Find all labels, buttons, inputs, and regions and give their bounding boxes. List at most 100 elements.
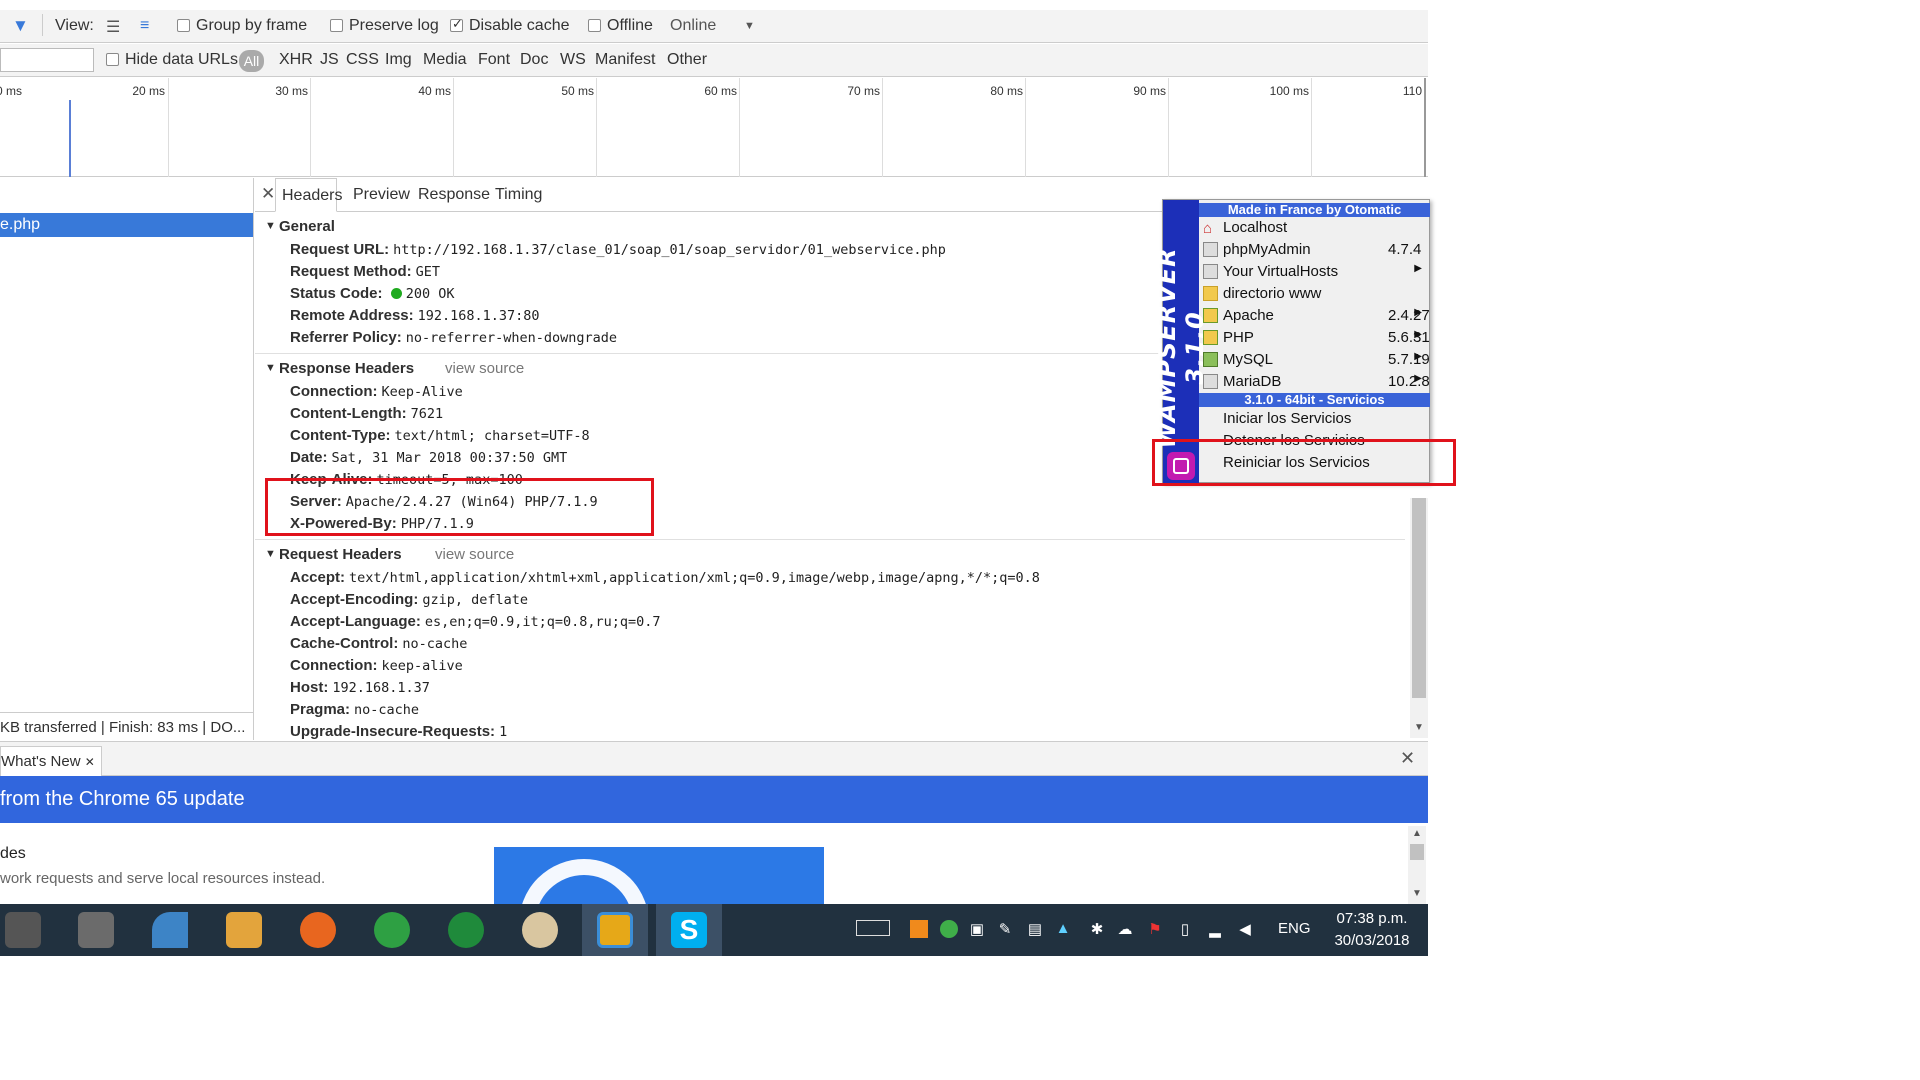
- flag-icon[interactable]: ⚑: [1146, 920, 1164, 938]
- wireshark-icon[interactable]: [152, 912, 188, 948]
- header-value: no-cache: [354, 702, 420, 718]
- tab-preview[interactable]: Preview: [353, 186, 410, 204]
- close-icon[interactable]: ✕: [261, 184, 275, 204]
- tray-app-icon[interactable]: [910, 920, 928, 938]
- scrollbar[interactable]: ▼: [1410, 498, 1428, 738]
- signal-icon[interactable]: ▂: [1206, 920, 1224, 938]
- general-section-title[interactable]: General: [279, 218, 335, 235]
- filter-type-js[interactable]: JS: [320, 51, 339, 69]
- filter-type-font[interactable]: Font: [478, 51, 510, 69]
- file-explorer-icon[interactable]: [226, 912, 262, 948]
- skype-icon[interactable]: S: [671, 912, 707, 948]
- filter-type-ws[interactable]: WS: [560, 51, 586, 69]
- timeline-overview[interactable]: 10 ms 20 ms 30 ms 40 ms 50 ms 60 ms 70 m…: [0, 78, 1428, 177]
- response-headers-title[interactable]: Response Headers: [279, 360, 414, 377]
- tab-whats-new[interactable]: What's New ✕: [0, 746, 102, 776]
- scrollbar-thumb[interactable]: [1410, 844, 1424, 860]
- tab-timing[interactable]: Timing: [495, 186, 542, 204]
- keyboard-icon[interactable]: [856, 920, 890, 936]
- request-row-selected[interactable]: e.php: [0, 213, 253, 237]
- battery-icon[interactable]: ▯: [1176, 920, 1194, 938]
- drawer-scrollbar[interactable]: ▲ ▼: [1408, 826, 1426, 905]
- browser-2-icon[interactable]: [448, 912, 484, 948]
- tick-label: 20 ms: [132, 84, 165, 98]
- filter-type-xhr[interactable]: XHR: [279, 51, 313, 69]
- taskbar-active-slot[interactable]: S: [656, 904, 722, 956]
- browser-icon[interactable]: [374, 912, 410, 948]
- menu-item-mysql[interactable]: MySQL 5.7.19 ▶: [1199, 349, 1430, 371]
- tab-response[interactable]: Response: [418, 186, 490, 204]
- filter-type-other[interactable]: Other: [667, 51, 707, 69]
- menu-item-start-services[interactable]: Iniciar los Servicios: [1199, 408, 1430, 430]
- scroll-down-icon[interactable]: ▼: [1414, 722, 1424, 733]
- header-value: text/html; charset=UTF-8: [394, 428, 590, 444]
- filter-type-doc[interactable]: Doc: [520, 51, 548, 69]
- close-icon[interactable]: ✕: [85, 755, 95, 769]
- offline-checkbox[interactable]: Offline: [588, 17, 653, 35]
- disable-cache-checkbox[interactable]: Disable cache: [450, 16, 570, 35]
- menu-item-apache[interactable]: Apache 2.4.27 ▶: [1199, 305, 1430, 327]
- tick-label: 10 ms: [0, 84, 22, 98]
- menu-item-mariadb[interactable]: MariaDB 10.2.8 ▶: [1199, 371, 1430, 393]
- menu-item-php[interactable]: PHP 5.6.31 ▶: [1199, 327, 1430, 349]
- group-by-frame-checkbox[interactable]: Group by frame: [177, 17, 307, 35]
- header-value: 192.168.1.37:80: [417, 308, 540, 324]
- submenu-arrow-icon: ▶: [1414, 307, 1422, 318]
- scroll-up-icon[interactable]: ▲: [1412, 828, 1422, 839]
- request-headers-title[interactable]: Request Headers: [279, 546, 402, 563]
- checkbox-icon: [177, 19, 190, 32]
- overview-icon[interactable]: ≡: [140, 17, 149, 35]
- clock-time[interactable]: 07:38 p.m.: [1328, 910, 1416, 927]
- view-source-link[interactable]: view source: [435, 546, 514, 563]
- filter-icon[interactable]: ▼: [12, 16, 29, 36]
- triangle-down-icon[interactable]: ▼: [265, 220, 276, 232]
- filter-type-css[interactable]: CSS: [346, 51, 379, 69]
- scroll-down-icon[interactable]: ▼: [1412, 888, 1422, 899]
- view-source-link[interactable]: view source: [445, 360, 524, 377]
- submenu-arrow-icon: ▶: [1414, 373, 1422, 384]
- tray-app-icon[interactable]: ▤: [1026, 920, 1044, 938]
- tray-shield-icon[interactable]: [940, 920, 958, 938]
- filter-type-all[interactable]: All: [239, 50, 264, 72]
- triangle-down-icon[interactable]: ▼: [265, 548, 276, 560]
- menu-item-www-directory[interactable]: directorio www: [1199, 283, 1430, 305]
- highlight-box: [265, 478, 654, 536]
- throttling-select[interactable]: Online: [670, 17, 716, 35]
- firefox-icon[interactable]: [300, 912, 336, 948]
- hide-data-urls-checkbox[interactable]: Hide data URLs: [106, 51, 238, 69]
- tray-edit-icon[interactable]: ✎: [996, 920, 1014, 938]
- request-name: e.php: [0, 216, 41, 233]
- header-key: Referrer Policy:: [290, 329, 402, 346]
- menu-item-virtualhosts[interactable]: Your VirtualHosts ▶: [1199, 261, 1430, 283]
- chevron-down-icon[interactable]: ▼: [744, 20, 755, 32]
- puzzle-app-icon[interactable]: [78, 912, 114, 948]
- header-key: Remote Address:: [290, 307, 414, 324]
- filter-type-img[interactable]: Img: [385, 51, 412, 69]
- header-row: Host: 192.168.1.37: [290, 679, 430, 696]
- taskbar-active-slot[interactable]: [582, 904, 648, 956]
- filter-type-media[interactable]: Media: [423, 51, 467, 69]
- menu-item-phpmyadmin[interactable]: phpMyAdmin 4.7.4: [1199, 239, 1430, 261]
- clock-date[interactable]: 30/03/2018: [1328, 932, 1416, 949]
- scrollbar-thumb[interactable]: [1412, 498, 1426, 698]
- paint-icon[interactable]: [522, 912, 558, 948]
- filter-type-manifest[interactable]: Manifest: [595, 51, 655, 69]
- language-indicator[interactable]: ENG: [1278, 920, 1311, 937]
- large-rows-icon[interactable]: ☰: [106, 17, 120, 37]
- camera-app-icon[interactable]: [5, 912, 41, 948]
- header-value: es,en;q=0.9,it;q=0.8,ru;q=0.7: [424, 614, 661, 630]
- virtualbox-icon[interactable]: [597, 912, 633, 948]
- header-value: no-referrer-when-downgrade: [405, 330, 618, 346]
- cloud-icon[interactable]: ☁: [1116, 920, 1134, 938]
- triangle-down-icon[interactable]: ▼: [265, 362, 276, 374]
- filter-input[interactable]: [0, 48, 94, 72]
- bluetooth-icon[interactable]: ✱: [1088, 920, 1106, 938]
- preserve-log-checkbox[interactable]: Preserve log: [330, 17, 439, 35]
- tray-network-icon[interactable]: ▣: [968, 920, 986, 938]
- volume-icon[interactable]: ◀: [1236, 920, 1254, 938]
- header-value: gzip, deflate: [422, 592, 529, 608]
- close-drawer-icon[interactable]: ✕: [1400, 748, 1415, 769]
- menu-item-localhost[interactable]: ⌂ Localhost: [1199, 217, 1430, 239]
- tab-headers[interactable]: Headers: [275, 178, 342, 212]
- tray-app-icon[interactable]: ▲: [1054, 920, 1072, 938]
